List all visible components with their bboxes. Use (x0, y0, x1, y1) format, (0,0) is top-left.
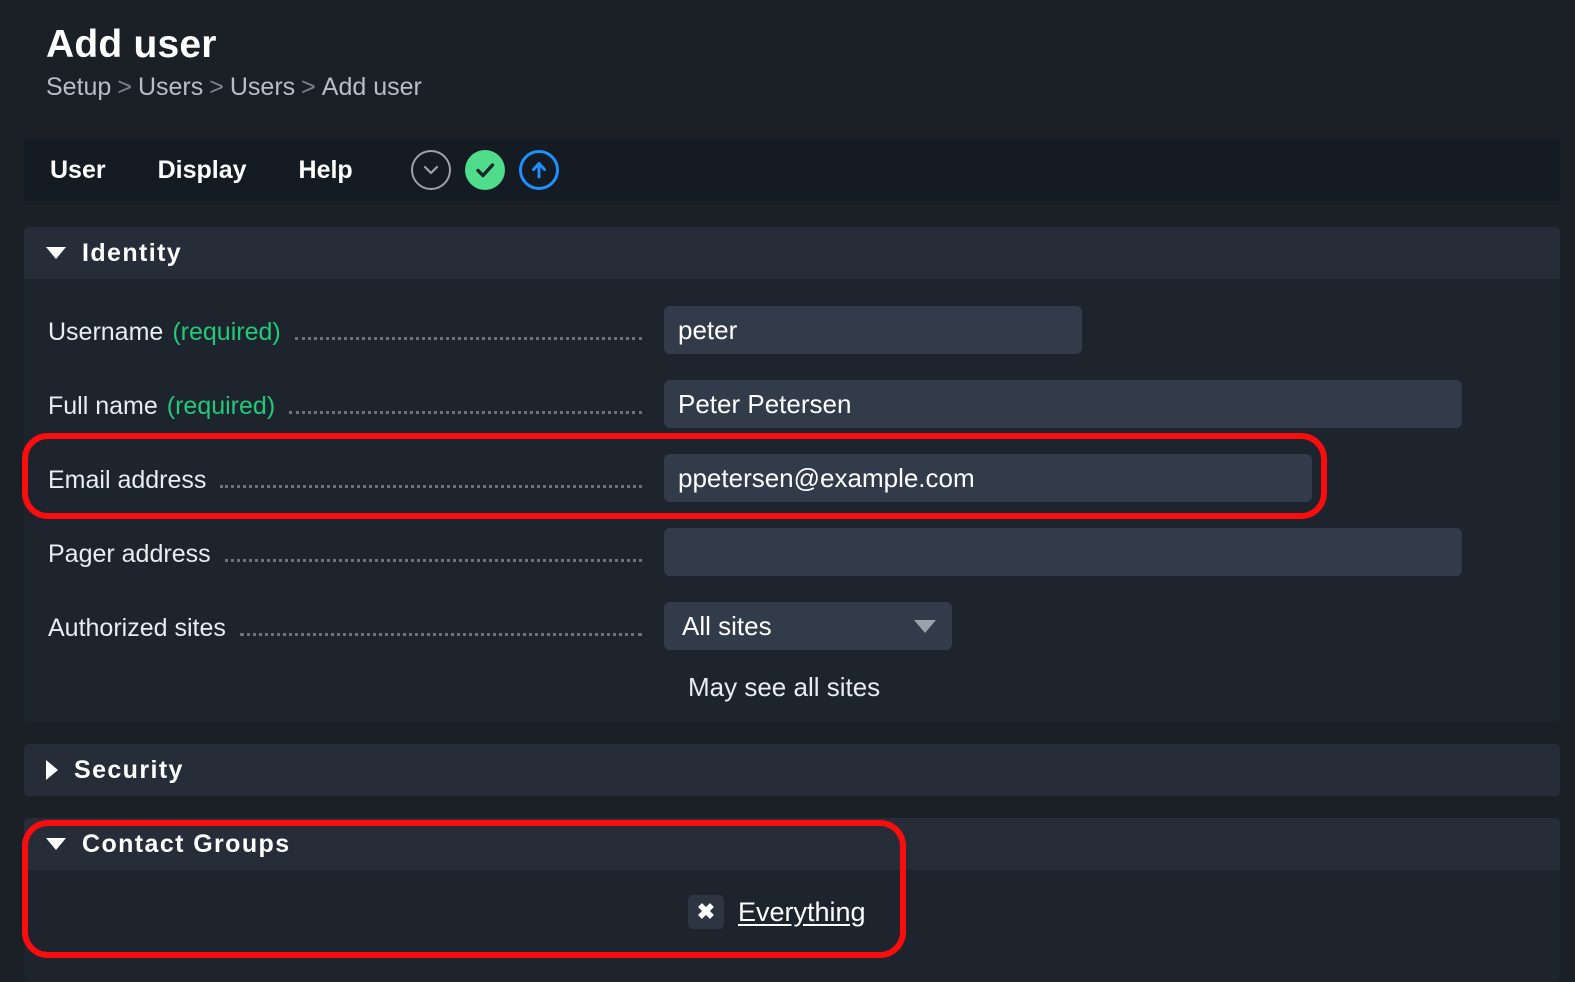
chevron-down-circle-icon[interactable] (410, 150, 451, 190)
label-username-text: Username (48, 318, 164, 346)
breadcrumb: Setup > Users > Users > Add user (46, 70, 1575, 104)
breadcrumb-separator: > (117, 73, 132, 101)
section-identity-header[interactable]: Identity (24, 227, 1560, 279)
field-username-wrap (664, 293, 1560, 367)
field-authorized-sites-wrap: All sites (664, 589, 1560, 663)
breadcrumb-separator: > (301, 73, 316, 101)
menu-item-display[interactable]: Display (158, 156, 273, 185)
breadcrumb-item-setup[interactable]: Setup (46, 73, 111, 101)
helper-spacer (24, 663, 664, 717)
section-security-header[interactable]: Security (24, 744, 1560, 796)
label-pager-text: Pager address (48, 540, 211, 568)
breadcrumb-separator: > (209, 73, 224, 101)
section-contact-groups-title: Contact Groups (82, 829, 291, 858)
form-row-email: Email address (24, 441, 1560, 515)
dotted-leader (239, 589, 642, 636)
section-security: Security (24, 744, 1560, 796)
label-username-required: (required) (172, 318, 281, 346)
label-email-text: Email address (48, 466, 207, 494)
section-contact-groups: Contact Groups ✖ Everything (24, 818, 1560, 982)
field-pager-wrap (664, 515, 1560, 589)
dotted-leader (220, 441, 642, 488)
authorized-sites-selected-value: All sites (682, 610, 772, 641)
menubar-icons (410, 150, 559, 190)
label-username: Username (required) (24, 293, 664, 367)
dotted-leader (294, 293, 642, 340)
dotted-leader (224, 515, 642, 562)
contact-group-item: ✖ Everything (664, 895, 866, 929)
add-user-page: Add user Setup > Users > Users > Add user User… (0, 0, 1575, 982)
menubar: User Display Help (24, 139, 1560, 201)
breadcrumb-item-add-user: Add user (321, 73, 422, 101)
field-email-wrap (664, 441, 1560, 515)
menu-item-help[interactable]: Help (299, 156, 379, 185)
username-input[interactable] (664, 306, 1082, 354)
field-fullname-wrap (664, 367, 1560, 441)
label-email: Email address (24, 441, 664, 515)
save-check-icon[interactable] (464, 150, 505, 190)
section-identity-title: Identity (82, 238, 183, 267)
form-row-fullname: Full name (required) (24, 367, 1560, 441)
authorized-sites-helper-row: May see all sites (24, 663, 1560, 717)
upload-arrow-icon[interactable] (518, 150, 559, 190)
section-contact-groups-header[interactable]: Contact Groups (24, 818, 1560, 870)
label-pager: Pager address (24, 515, 664, 589)
label-authorized-sites: Authorized sites (24, 589, 664, 663)
triangle-down-icon (46, 838, 66, 850)
contact-group-link-everything[interactable]: Everything (738, 897, 866, 928)
breadcrumb-item-users-1[interactable]: Users (138, 73, 203, 101)
form-row-username: Username (required) (24, 293, 1560, 367)
remove-contact-group-icon[interactable]: ✖ (688, 895, 724, 929)
page-title: Add user (46, 23, 217, 66)
breadcrumb-item-users-2[interactable]: Users (230, 73, 295, 101)
dotted-leader (289, 367, 642, 414)
email-address-input[interactable] (664, 454, 1312, 502)
page-header: Add user Setup > Users > Users > Add user (0, 0, 1575, 104)
section-identity: Identity Username (required) Full name (… (24, 227, 1560, 722)
menu-item-user[interactable]: User (50, 156, 132, 185)
label-fullname: Full name (required) (24, 367, 664, 441)
chevron-down-icon (914, 619, 936, 633)
triangle-down-icon (46, 247, 66, 259)
form-row-authorized-sites: Authorized sites All sites (24, 589, 1560, 663)
contact-groups-body: ✖ Everything (24, 870, 1560, 954)
pager-address-input[interactable] (664, 528, 1462, 576)
label-fullname-required: (required) (166, 392, 276, 420)
authorized-sites-select[interactable]: All sites (664, 602, 952, 650)
triangle-right-icon (46, 760, 58, 780)
section-security-title: Security (74, 755, 184, 784)
label-authorized-sites-text: Authorized sites (48, 614, 226, 642)
authorized-sites-helper-text: May see all sites (688, 672, 881, 702)
form-row-pager: Pager address (24, 515, 1560, 589)
label-fullname-text: Full name (48, 392, 158, 420)
fullname-input[interactable] (664, 380, 1462, 428)
